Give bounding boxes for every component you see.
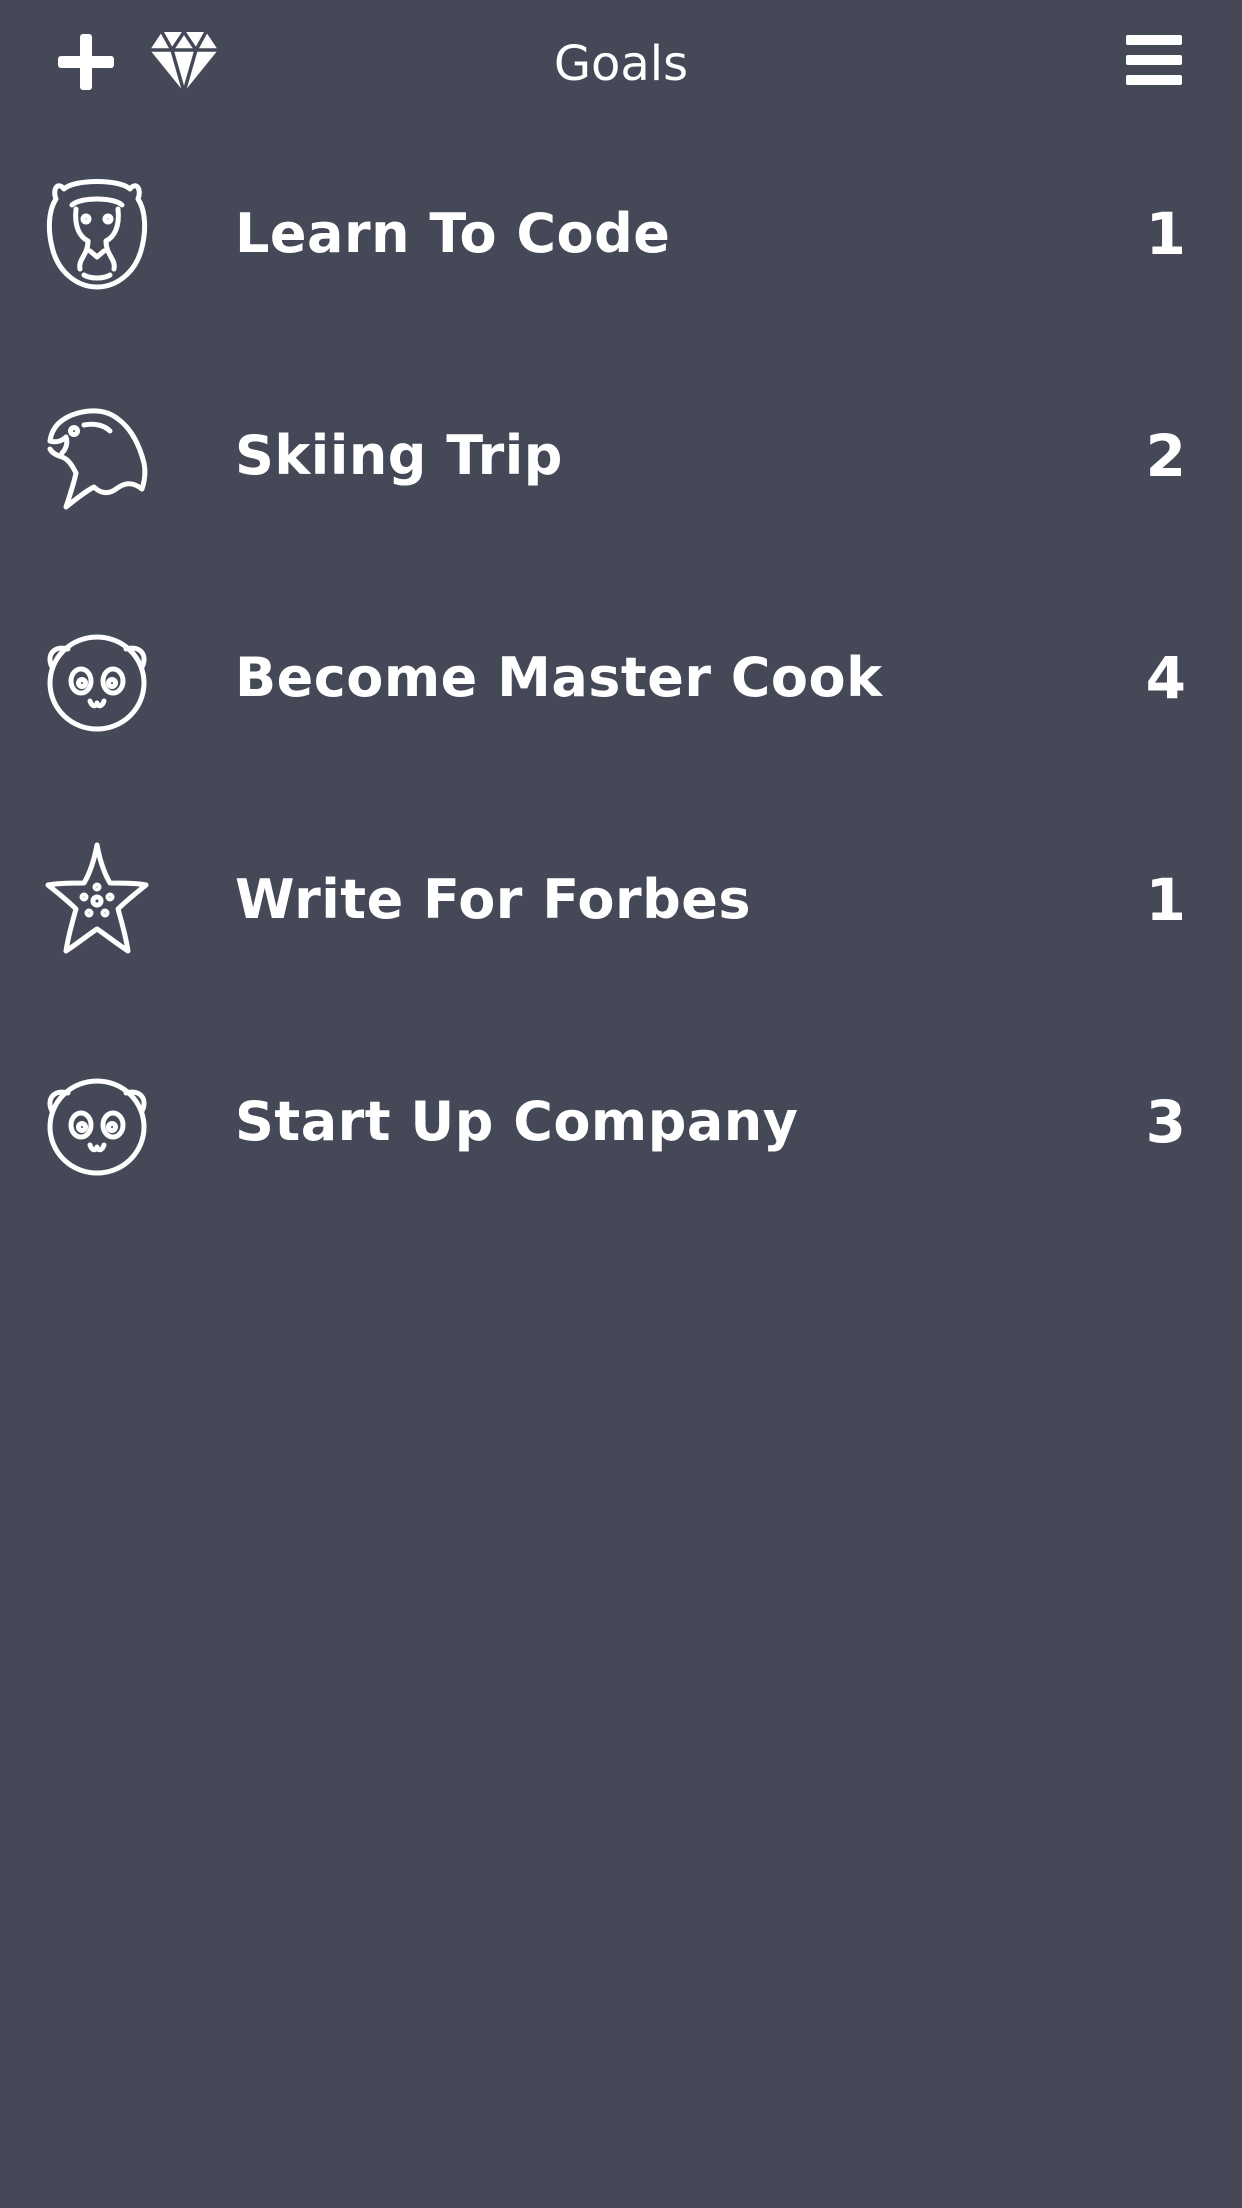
goal-count: 1: [1145, 866, 1186, 934]
goal-count: 3: [1145, 1088, 1186, 1156]
goal-name: Become Master Cook: [235, 646, 883, 709]
starfish-icon: [44, 841, 150, 957]
goal-count: 1: [1145, 200, 1186, 268]
page-title: Goals: [553, 36, 689, 92]
goal-row[interactable]: Learn To Code 1: [0, 130, 1242, 352]
goal-count: 4: [1145, 644, 1186, 712]
goal-row[interactable]: Start Up Company 3: [0, 1018, 1242, 1240]
goal-row[interactable]: Skiing Trip 2: [0, 352, 1242, 574]
panda-icon: [44, 1063, 150, 1179]
top-bar: Goals: [0, 0, 1242, 130]
goal-row[interactable]: Become Master Cook 4: [0, 574, 1242, 796]
goal-name: Start Up Company: [235, 1090, 799, 1153]
goal-name: Skiing Trip: [235, 424, 563, 487]
lion-icon: [44, 175, 150, 291]
goal-name: Write For Forbes: [235, 868, 752, 931]
goal-name: Learn To Code: [235, 202, 671, 265]
eagle-icon: [44, 397, 150, 513]
goal-count: 2: [1145, 422, 1186, 490]
goal-row[interactable]: Write For Forbes 1: [0, 796, 1242, 1018]
hamburger-menu-icon: [1126, 35, 1182, 85]
menu-button[interactable]: [1118, 28, 1190, 92]
goal-list: Learn To Code 1 Skiing Trip 2 Become Mas…: [0, 130, 1242, 1240]
panda-icon: [44, 619, 150, 735]
